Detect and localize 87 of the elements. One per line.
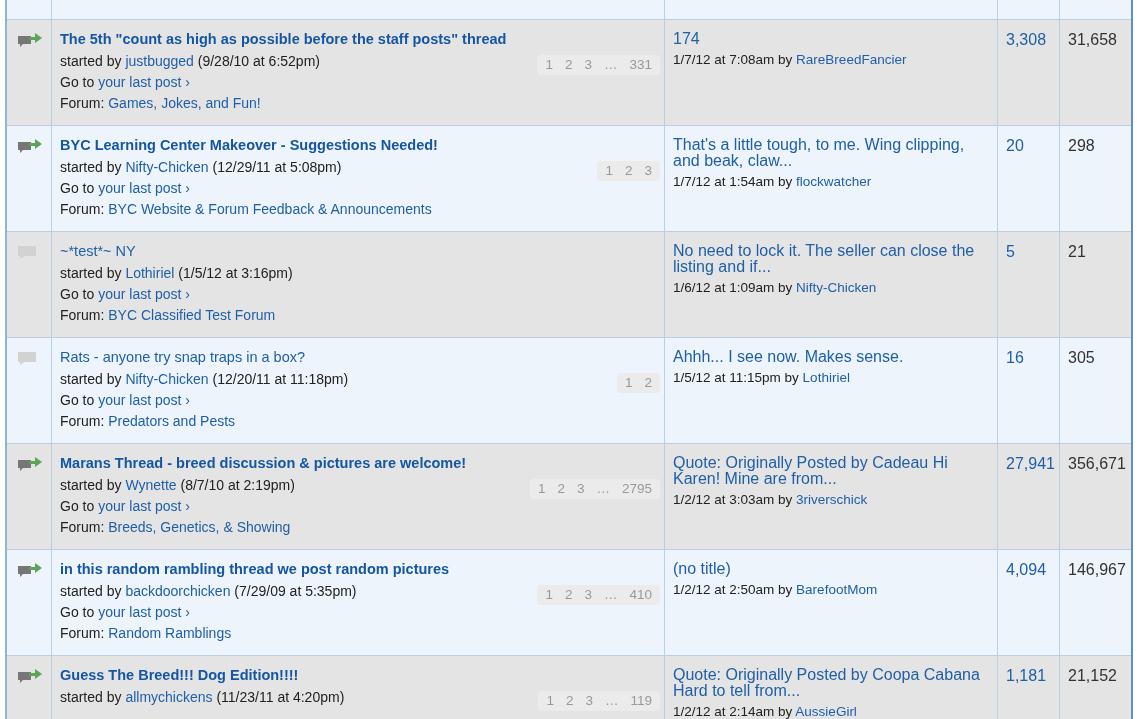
user-link[interactable]: flockwatcher bbox=[796, 174, 872, 189]
last-post-snippet-link[interactable]: No need to lock it. The seller can close the listing and if... bbox=[673, 243, 989, 275]
last-post-time: 1/2/12 at 3:03am by bbox=[673, 492, 793, 507]
started-by-label: started by bbox=[60, 159, 122, 175]
reply-count-link[interactable]: 27,941 bbox=[1006, 455, 1055, 472]
last-post-time: 1/2/12 at 2:50am by bbox=[673, 582, 793, 597]
go-to-label: Go to bbox=[60, 286, 95, 302]
view-count: 146,967 bbox=[1068, 561, 1126, 578]
thread-title-link[interactable]: The 5th "count as high as possible before the staff posts" thread bbox=[60, 31, 507, 48]
start-date: (9/28/10 at 6:52pm) bbox=[197, 53, 320, 69]
forum-link[interactable]: Breeds, Genetics, & Showing bbox=[108, 519, 291, 535]
user-link[interactable]: BarefootMom bbox=[796, 582, 878, 597]
user-link[interactable]: Nifty-Chicken bbox=[125, 159, 209, 175]
user-link[interactable]: Nifty-Chicken bbox=[125, 371, 209, 387]
user-link[interactable]: Lothiriel bbox=[125, 265, 175, 281]
last-post-snippet-link[interactable]: Quote: Originally Posted by Coopa Cabana Hard to tell from... bbox=[673, 667, 989, 699]
last-post-time: 1/2/12 at 2:14am by bbox=[673, 704, 793, 719]
reply-count-link[interactable]: 5 bbox=[1006, 243, 1015, 260]
last-post-link[interactable]: your last post › bbox=[98, 392, 190, 408]
last-post-time: 1/7/12 at 1:54am by bbox=[673, 174, 793, 189]
forum-label: Forum: bbox=[60, 625, 105, 641]
forum-link[interactable]: Predators and Pests bbox=[108, 413, 236, 429]
started-by-label: started by bbox=[60, 265, 122, 281]
reply-count-link[interactable]: 20 bbox=[1006, 137, 1024, 154]
user-link[interactable]: RareBreedFancier bbox=[796, 52, 907, 67]
forum-link[interactable]: Random Ramblings bbox=[108, 625, 232, 641]
last-post-link[interactable]: your last post › bbox=[98, 286, 190, 302]
go-to-label: Go to bbox=[60, 392, 95, 408]
forum-label: Forum: bbox=[60, 95, 105, 111]
last-post-time: 1/7/12 at 7:08am by bbox=[673, 52, 793, 67]
last-post-time: 1/5/12 at 11:15pm by bbox=[673, 370, 799, 385]
thread-title-link[interactable]: BYC Learning Center Makeover - Suggestions Needed! bbox=[60, 137, 438, 154]
thread-title-link[interactable]: in this random rambling thread we post random pictures bbox=[60, 561, 450, 578]
start-date: (1/5/12 at 3:16pm) bbox=[178, 265, 293, 281]
last-post-time: 1/6/12 at 1:09am by bbox=[673, 280, 793, 295]
user-link[interactable]: backdoorchicken bbox=[125, 583, 231, 599]
last-post-snippet-link[interactable]: (no title) bbox=[673, 561, 989, 577]
started-by-label: started by bbox=[60, 477, 122, 493]
forum-label: Forum: bbox=[60, 201, 105, 217]
go-to-label: Go to bbox=[60, 74, 95, 90]
thread-title-link[interactable]: Guess The Breed!!! Dog Edition!!!! bbox=[60, 667, 345, 684]
forum-label: Forum: bbox=[60, 413, 105, 429]
thread-title-link[interactable]: ~*test*~ NY bbox=[60, 243, 293, 260]
started-by-label: started by bbox=[60, 53, 122, 69]
go-to-label: Go to bbox=[60, 604, 95, 620]
forum-link[interactable]: BYC Classified Test Forum bbox=[108, 307, 276, 323]
started-by-label: started by bbox=[60, 583, 122, 599]
start-date: (12/20/11 at 11:18pm) bbox=[212, 371, 349, 387]
last-post-snippet-link[interactable]: Ahhh... I see now. Makes sense. bbox=[673, 349, 989, 365]
user-link[interactable]: Wynette bbox=[125, 477, 177, 493]
started-by-label: started by bbox=[60, 371, 122, 387]
reply-count-link[interactable]: 3,308 bbox=[1006, 31, 1047, 48]
forum-link[interactable]: Games, Jokes, and Fun! bbox=[108, 95, 261, 111]
started-by-label: started by bbox=[60, 689, 122, 705]
user-link[interactable]: AussieGirl bbox=[795, 704, 857, 719]
thread-title-link[interactable]: Rats - anyone try snap traps in a box? bbox=[60, 349, 349, 366]
start-date: (7/29/09 at 5:35pm) bbox=[234, 583, 357, 599]
last-post-link[interactable]: your last post › bbox=[98, 604, 190, 620]
forum-link[interactable]: BYC Website & Forum Feedback & Announcements bbox=[108, 201, 432, 217]
reply-count-link[interactable]: 4,094 bbox=[1006, 561, 1047, 578]
thread-title-link[interactable]: Marans Thread - breed discussion & pictures are welcome! bbox=[60, 455, 467, 472]
view-count: 21,152 bbox=[1068, 667, 1117, 684]
view-count: 21 bbox=[1068, 243, 1086, 260]
start-date: (11/23/11 at 4:20pm) bbox=[216, 689, 345, 705]
last-post-snippet-link[interactable]: That's a little tough, to me. Wing clipping, and beak, claw... bbox=[673, 137, 989, 169]
last-post-link[interactable]: your last post › bbox=[98, 498, 190, 514]
last-post-snippet-link[interactable]: Quote: Originally Posted by Cadeau Hi Karen! Mine are from... bbox=[673, 455, 989, 487]
forum-label: Forum: bbox=[60, 519, 105, 535]
forum-label: Forum: bbox=[60, 307, 105, 323]
view-count: 298 bbox=[1068, 137, 1095, 154]
user-link[interactable]: Lothiriel bbox=[802, 370, 850, 385]
user-link[interactable]: allmychickens bbox=[125, 689, 213, 705]
view-count: 356,671 bbox=[1068, 455, 1126, 472]
view-count: 31,658 bbox=[1068, 31, 1117, 48]
go-to-label: Go to bbox=[60, 498, 95, 514]
user-link[interactable]: Nifty-Chicken bbox=[796, 280, 877, 295]
reply-count-link[interactable]: 1,181 bbox=[1006, 667, 1047, 684]
last-post-snippet-link[interactable]: 174 bbox=[673, 31, 989, 47]
go-to-label: Go to bbox=[60, 180, 95, 196]
user-link[interactable]: 3riverschick bbox=[796, 492, 868, 507]
start-date: (8/7/10 at 2:19pm) bbox=[180, 477, 295, 493]
start-date: (12/29/11 at 5:08pm) bbox=[212, 159, 342, 175]
reply-count-link[interactable]: 16 bbox=[1006, 349, 1024, 366]
last-post-link[interactable]: your last post › bbox=[98, 180, 190, 196]
view-count: 305 bbox=[1068, 349, 1095, 366]
last-post-link[interactable]: your last post › bbox=[98, 74, 190, 90]
user-link[interactable]: justbugged bbox=[125, 53, 194, 69]
